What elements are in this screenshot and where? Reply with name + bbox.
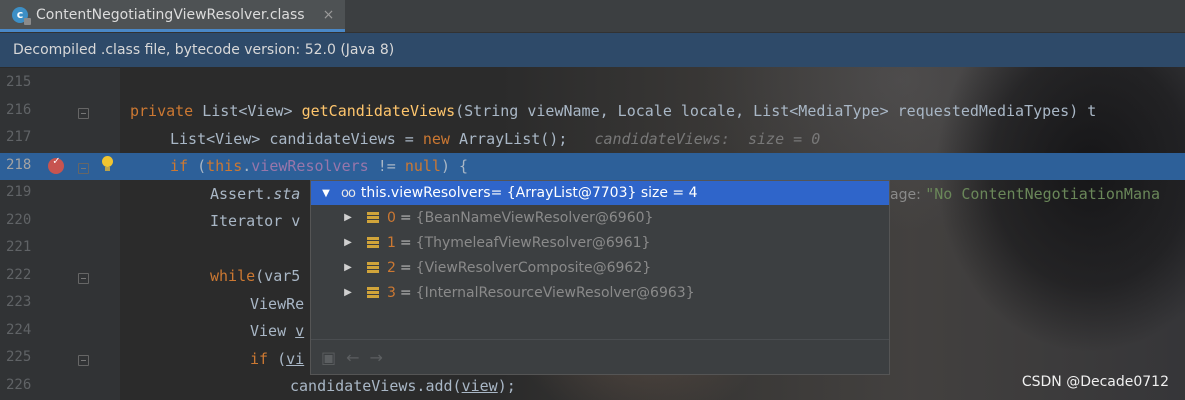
editor-tab[interactable]: c ContentNegotiatingViewResolver.class × — [0, 0, 345, 32]
watermark: CSDN @Decade0712 — [1021, 374, 1169, 390]
chevron-down-icon[interactable]: ▼ — [319, 188, 333, 199]
fold-marker-icon[interactable] — [78, 273, 89, 284]
code-line-216: private List<View> getCandidateViews(Str… — [130, 102, 1097, 120]
line-number-current: 218 — [6, 157, 32, 173]
chevron-right-icon[interactable]: ▶ — [341, 212, 355, 223]
forward-arrow-icon[interactable]: → — [370, 348, 383, 367]
fold-marker-icon[interactable] — [78, 163, 89, 174]
view-resolvers-field[interactable]: viewResolvers — [251, 157, 368, 175]
popup-list-item[interactable]: ▶ 0 = {BeanNameViewResolver@6960} — [311, 205, 889, 230]
code-line-222: while(var5 — [210, 267, 301, 285]
line-number: 216 — [6, 102, 32, 118]
line-number: 224 — [6, 322, 32, 338]
popup-toolbar: ▣ ← → — [311, 339, 889, 374]
fold-marker-icon[interactable] — [78, 355, 89, 366]
fold-marker-icon[interactable] — [78, 108, 89, 119]
array-element-icon — [367, 212, 379, 223]
code-line-224: View v — [250, 322, 305, 340]
watch-glasses-icon: oo — [341, 185, 356, 201]
line-number: 223 — [6, 294, 32, 310]
line-number: 219 — [6, 184, 32, 200]
chevron-right-icon[interactable]: ▶ — [341, 287, 355, 298]
code-line-223: ViewRe — [250, 295, 305, 313]
line-number: 222 — [6, 267, 32, 283]
code-line-219-tail: age: "No ContentNegotiationMana — [890, 185, 1161, 203]
line-number: 215 — [6, 74, 32, 90]
debug-value-popup: ▼ oo this.viewResolvers = {ArrayList@770… — [310, 180, 890, 375]
array-element-icon — [367, 287, 379, 298]
back-arrow-icon[interactable]: ← — [346, 348, 359, 367]
array-element-icon — [367, 262, 379, 273]
popup-list-item[interactable]: ▶ 1 = {ThymeleafViewResolver@6961} — [311, 230, 889, 255]
array-element-icon — [367, 237, 379, 248]
decompiled-info-bar: Decompiled .class file, bytecode version… — [0, 33, 1185, 67]
close-tab-icon[interactable]: × — [323, 7, 335, 23]
breakpoint-icon[interactable] — [48, 154, 64, 174]
popup-expression: this.viewResolvers — [360, 185, 491, 201]
popup-header-row[interactable]: ▼ oo this.viewResolvers = {ArrayList@770… — [311, 181, 889, 205]
code-line-217: List<View> candidateViews = new ArrayLis… — [170, 130, 821, 148]
code-line-225: if (vi — [250, 350, 305, 368]
tab-title: ContentNegotiatingViewResolver.class — [36, 6, 305, 23]
popup-list-item[interactable]: ▶ 3 = {InternalResourceViewResolver@6963} — [311, 280, 889, 305]
code-line-218: if (this.viewResolvers != null) { — [170, 157, 469, 175]
chevron-right-icon[interactable]: ▶ — [341, 262, 355, 273]
line-number: 220 — [6, 212, 32, 228]
line-number: 225 — [6, 349, 32, 365]
pin-icon[interactable]: ▣ — [321, 348, 336, 367]
lightbulb-icon[interactable] — [100, 153, 116, 175]
class-file-icon: c — [12, 6, 31, 25]
code-line-219: Assert.sta — [210, 185, 301, 203]
line-number: 221 — [6, 239, 32, 255]
popup-expression-value: = {ArrayList@7703} size = 4 — [490, 185, 698, 201]
editor-tab-bar: c ContentNegotiatingViewResolver.class × — [0, 0, 1185, 33]
inline-debug-hint: candidateViews: size = 0 — [594, 130, 821, 148]
code-line-220: Iterator v — [210, 212, 301, 230]
line-number: 226 — [6, 377, 32, 393]
chevron-right-icon[interactable]: ▶ — [341, 237, 355, 248]
line-number: 217 — [6, 129, 32, 145]
code-line-226: candidateViews.add(view); — [290, 377, 516, 395]
info-text: Decompiled .class file, bytecode version… — [13, 42, 395, 58]
popup-list-item[interactable]: ▶ 2 = {ViewResolverComposite@6962} — [311, 255, 889, 280]
